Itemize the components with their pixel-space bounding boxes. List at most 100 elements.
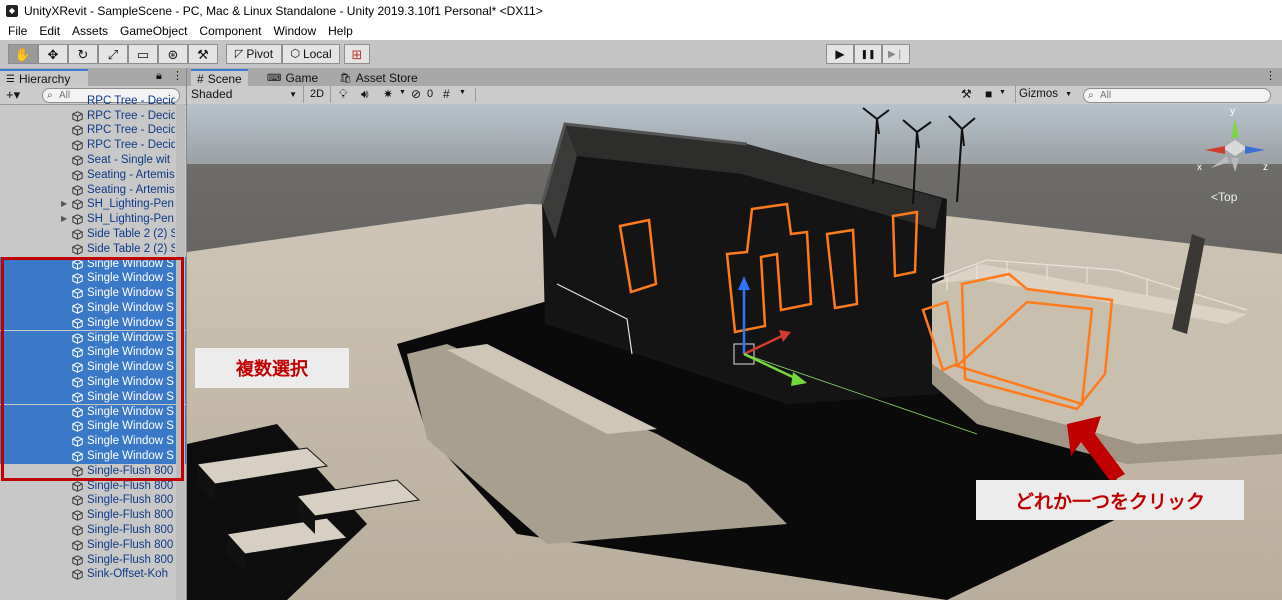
custom-tool-button[interactable]: ⚒ (188, 44, 218, 64)
scene-search-input[interactable]: ⌕ All (1083, 88, 1271, 103)
list-item[interactable]: Seating - Artemis (0, 168, 186, 183)
list-item[interactable]: Seat - Single wit (0, 153, 186, 168)
pivot-toggle[interactable]: ◸ Pivot (226, 44, 282, 64)
panel-menu-icon[interactable]: ⋮ (1265, 69, 1276, 82)
play-icon: ▶ (835, 47, 845, 61)
audio-icon[interactable]: 🔊︎ (361, 87, 369, 102)
list-item-label: RPC Tree - Decid (87, 95, 175, 107)
step-icon: ▶❘ (887, 48, 905, 60)
gameobject-icon (72, 140, 83, 151)
list-item-label: Side Table 2 (2) S (87, 227, 175, 240)
list-item[interactable]: RPC Tree - Decid (0, 109, 186, 124)
gameobject-icon (72, 554, 83, 566)
list-item[interactable]: ▶ SH_Lighting-Pen (0, 212, 186, 227)
list-item[interactable]: RPC Tree - Decid (0, 138, 186, 153)
tools-icon[interactable]: ⚒ (961, 87, 972, 101)
gameobject-icon (72, 229, 83, 240)
list-item[interactable]: Single-Flush 800 (0, 553, 186, 568)
hierarchy-tab-bar: ☰ Hierarchy 🔒︎ ⋮ (0, 68, 186, 88)
chevron-down-icon[interactable]: ▼ (459, 89, 466, 96)
grid-snap-icon: ⊞ (351, 46, 363, 62)
menu-component[interactable]: Component (193, 24, 267, 38)
orientation-gizmo[interactable]: y x z (1195, 106, 1275, 190)
gameobject-icon (72, 155, 83, 166)
view-label-text: Top (1218, 190, 1238, 204)
list-item[interactable]: Single-Flush 800 (0, 508, 186, 523)
annotation-selection-box (1, 257, 184, 481)
panel-menu-icon[interactable]: ⋮ (172, 69, 183, 82)
scene-tab-label: Scene (207, 72, 242, 86)
grid-icon[interactable]: # (443, 87, 450, 101)
transform-tool-button[interactable]: ⊛ (158, 44, 188, 64)
axis-cube-icon (1205, 118, 1265, 172)
grid-snap-button[interactable]: ⊞ (344, 44, 370, 64)
effects-icon[interactable]: ✷ (383, 87, 393, 101)
gameobject-icon (72, 525, 83, 536)
list-item[interactable]: Sink-Offset-Koh (0, 567, 186, 582)
list-item-label: RPC Tree - Decid (87, 109, 175, 122)
scene-control-bar: Shaded ▼ 2D 💡︎ 🔊︎ ✷ ▼ ⊘ 0 # ▼ ⚒ ■ ▼ Gizm… (187, 86, 1282, 105)
menu-window[interactable]: Window (267, 24, 322, 38)
gameobject-icon (72, 569, 83, 581)
list-item[interactable]: Side Table 2 (2) S (0, 227, 186, 242)
annotation-multi-select: 複数選択 (195, 348, 349, 388)
list-item[interactable]: Seating - Artemis (0, 183, 186, 198)
local-label: Local (302, 47, 332, 61)
hidden-objects-icon[interactable]: ⊘ (411, 87, 421, 101)
gameobject-icon (72, 510, 83, 521)
menu-file[interactable]: File (0, 24, 33, 38)
window-title: UnityXRevit - SampleScene - PC, Mac & Li… (24, 4, 543, 18)
hidden-count: 0 (427, 88, 434, 100)
title-bar: ◆ UnityXRevit - SampleScene - PC, Mac & … (0, 0, 1282, 22)
hand-tool-button[interactable]: ✋ (8, 44, 38, 64)
gizmos-dropdown[interactable]: Gizmos ▼ (1015, 86, 1075, 103)
rotate-tool-button[interactable]: ↻ (68, 44, 98, 64)
pane-divider (475, 88, 476, 102)
step-button[interactable]: ▶❘ (882, 44, 910, 64)
hand-icon: ✋ (14, 46, 32, 62)
scene-viewport[interactable]: y x z <Top どれか一つをクリック (187, 104, 1282, 600)
camera-icon[interactable]: ■ (985, 87, 992, 101)
toggle-2d-button[interactable]: 2D (303, 86, 331, 103)
menu-gameobject[interactable]: GameObject (114, 24, 193, 38)
expand-arrow-icon[interactable]: ▶ (61, 212, 67, 227)
chevron-down-icon: ▼ (1065, 91, 1072, 98)
list-item-label: Seating - Artemis (87, 168, 175, 181)
list-item[interactable]: Side Table 2 (2) S (0, 242, 186, 257)
list-item[interactable]: RPC Tree - Decid (0, 123, 186, 138)
tab-game[interactable]: ⌨ Game (261, 71, 324, 86)
gameobject-icon (72, 243, 83, 255)
gameobject-icon (72, 125, 83, 137)
local-toggle[interactable]: ⬡ Local (282, 44, 340, 64)
menu-edit[interactable]: Edit (33, 24, 66, 38)
shading-mode-dropdown[interactable]: Shaded ▼ (191, 87, 299, 102)
rect-tool-button[interactable]: ▭ (128, 44, 158, 64)
list-item-label: Sink-Offset-Koh (87, 568, 168, 581)
scale-tool-button[interactable]: ⤢ (98, 44, 128, 64)
tab-asset-store[interactable]: 🛍︎ Asset Store (333, 71, 424, 86)
list-item[interactable]: Single-Flush 800 (0, 493, 186, 508)
move-tool-button[interactable]: ✥ (38, 44, 68, 64)
list-item[interactable]: RPC Tree - Decid (0, 94, 186, 109)
list-item[interactable]: ▶ SH_Lighting-Pen (0, 197, 186, 212)
rect-icon: ▭ (136, 46, 150, 62)
store-icon: 🛍︎ (339, 73, 352, 84)
list-item[interactable]: Single-Flush 800 (0, 523, 186, 538)
gameobject-icon (72, 214, 83, 225)
lock-icon[interactable]: 🔒︎ (156, 70, 162, 83)
view-label[interactable]: <Top (1211, 190, 1237, 204)
list-item[interactable]: Single-Flush 800 (0, 538, 186, 553)
main-toolbar: ✋ ✥ ↻ ⤢ ▭ ⊛ ⚒ ◸ Pivot ⬡ Local ⊞ ▶ ❚❚ ▶❘ (0, 40, 1282, 69)
scene-render (187, 104, 1282, 600)
play-button[interactable]: ▶ (826, 44, 854, 64)
annotation-multi-select-text: 複数選択 (236, 359, 308, 379)
chevron-down-icon[interactable]: ▼ (399, 89, 406, 96)
pause-button[interactable]: ❚❚ (854, 44, 882, 64)
menu-help[interactable]: Help (322, 24, 359, 38)
menu-assets[interactable]: Assets (66, 24, 114, 38)
annotation-click-one: どれか一つをクリック (976, 480, 1244, 520)
chevron-down-icon[interactable]: ▼ (999, 89, 1006, 96)
expand-arrow-icon[interactable]: ▶ (61, 197, 67, 212)
lighting-icon[interactable]: 💡︎ (339, 87, 347, 102)
gamepad-icon: ⌨ (267, 73, 282, 84)
